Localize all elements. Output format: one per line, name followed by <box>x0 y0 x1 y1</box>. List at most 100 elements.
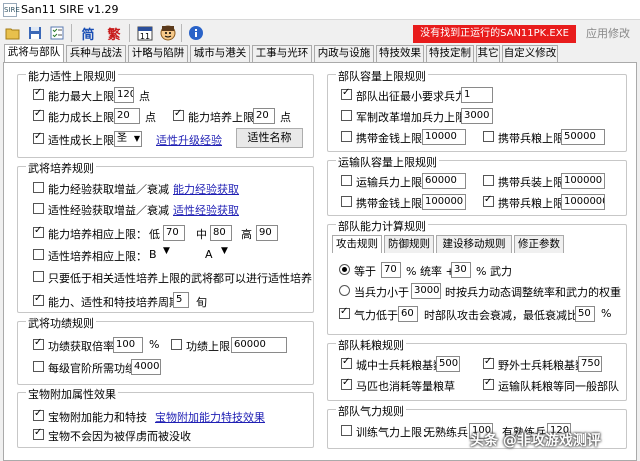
below-radio[interactable] <box>339 285 350 296</box>
high-input[interactable]: 90 <box>256 225 278 241</box>
tab-skill-effects[interactable]: 特技效果 <box>376 45 424 62</box>
tab-domestic-facilities[interactable]: 内政与设施 <box>314 45 374 62</box>
merit-limit-input[interactable]: 60000 <box>231 337 287 353</box>
train-limit-label: 能力培养上限 <box>188 111 254 124</box>
morale-desc: 时部队攻击会衰减，最低衰减比例 <box>424 309 589 322</box>
transport-food-same-checkbox[interactable] <box>483 377 494 390</box>
rank-input[interactable]: 4000 <box>131 359 161 375</box>
low-input[interactable]: 70 <box>163 225 185 241</box>
merit-limit-checkbox[interactable] <box>171 339 182 350</box>
ability-train-checkbox[interactable] <box>33 225 44 238</box>
subtab-defense[interactable]: 防御规则 <box>384 235 434 253</box>
info-icon[interactable] <box>186 23 206 43</box>
max-ability-checkbox[interactable] <box>33 87 44 100</box>
apt-exp-checkbox[interactable] <box>33 203 44 214</box>
apply-button[interactable]: 应用修改 <box>580 25 636 43</box>
tab-page: 能力适性上限规则 能力最大上限 120 点 能力成长上限 20 点 能力培养上限… <box>3 62 637 461</box>
train-limit-input[interactable]: 20 <box>253 108 275 124</box>
merit-rate-input[interactable]: 100 <box>113 337 143 353</box>
min-troops-checkbox[interactable] <box>341 87 352 100</box>
equal-radio[interactable] <box>339 264 350 275</box>
calendar-icon[interactable]: 11 <box>135 23 155 43</box>
no-confiscate-checkbox[interactable] <box>33 427 44 440</box>
tab-works-auras[interactable]: 工事与光环 <box>252 45 312 62</box>
apt-growth-checkbox[interactable] <box>33 131 44 144</box>
transport-gold-input[interactable]: 100000 <box>422 194 466 210</box>
field-food-checkbox[interactable] <box>483 356 494 369</box>
apt-exp-link[interactable]: 适性升级经验 <box>156 132 222 148</box>
morale-checkbox[interactable] <box>339 306 350 319</box>
food-checkbox[interactable] <box>483 131 494 142</box>
face-icon[interactable] <box>158 23 178 43</box>
transport-weapons-checkbox[interactable] <box>483 175 494 186</box>
train-limit-checkbox[interactable] <box>173 108 184 121</box>
traditional-icon[interactable]: 繁 <box>104 23 124 43</box>
open-icon[interactable] <box>3 23 23 43</box>
transport-weapons-input[interactable]: 100000 <box>561 173 605 189</box>
unit-ability-legend: 部队能力计算规则 <box>336 218 428 234</box>
min-ratio-input[interactable]: 50 <box>575 306 595 322</box>
military-checkbox[interactable] <box>341 110 352 121</box>
tab-other[interactable]: 其它 <box>476 45 500 62</box>
food-consumption-group: 部队耗粮规则 城中士兵耗粮基数 500 野外士兵耗粮基数 750 马匹也消耗等量… <box>327 337 627 401</box>
tab-troops-tactics[interactable]: 兵种与战法 <box>66 45 126 62</box>
min-troops-input[interactable]: 1 <box>461 87 493 103</box>
equal-input[interactable]: 70 <box>381 262 401 278</box>
unit-capacity-legend: 部队容量上限规则 <box>336 68 428 84</box>
subtab-build-move[interactable]: 建设移动规则 <box>436 235 512 253</box>
transport-food-checkbox[interactable] <box>483 194 494 207</box>
tab-skill-custom[interactable]: 特技定制 <box>426 45 474 62</box>
tab-cities-ports[interactable]: 城市与港关 <box>190 45 250 62</box>
treasure-extra-link[interactable]: 宝物附加能力特技效果 <box>155 409 265 425</box>
morale-input[interactable]: 60 <box>398 306 418 322</box>
apt-name-button[interactable]: 适性名称 <box>236 128 303 148</box>
treasure-extra-checkbox[interactable] <box>33 408 44 421</box>
gold-input[interactable]: 10000 <box>422 129 466 145</box>
cycle-input[interactable]: 5 <box>173 292 189 308</box>
mid-label: 中 <box>196 228 207 241</box>
merit-rate-checkbox[interactable] <box>33 337 44 350</box>
tab-generals-units[interactable]: 武将与部队 <box>4 44 64 63</box>
transport-food-input[interactable]: 1000000 <box>561 194 605 210</box>
growth-limit-checkbox[interactable] <box>33 108 44 121</box>
below-input[interactable]: 3000 <box>411 283 441 299</box>
tab-schemes-traps[interactable]: 计略与陷阱 <box>128 45 188 62</box>
military-input[interactable]: 3000 <box>461 108 493 124</box>
b-label: B <box>149 248 157 261</box>
food-input[interactable]: 50000 <box>561 129 605 145</box>
force-input[interactable]: 30 <box>451 262 471 278</box>
b-chevron-icon[interactable]: ▼ <box>163 246 170 256</box>
ability-exp-checkbox[interactable] <box>33 182 44 193</box>
transport-troops-checkbox[interactable] <box>341 175 352 186</box>
rank-checkbox[interactable] <box>33 361 44 372</box>
transport-capacity-legend: 运输队容量上限规则 <box>336 154 439 170</box>
city-food-checkbox[interactable] <box>341 356 352 369</box>
simplified-icon[interactable]: 简 <box>78 23 98 43</box>
ability-exp-link[interactable]: 能力经验获取 <box>173 181 239 197</box>
tab-custom-mods[interactable]: 自定义修改 <box>502 45 558 62</box>
gold-checkbox[interactable] <box>341 131 352 142</box>
field-food-input[interactable]: 750 <box>578 356 602 372</box>
watermark: 头条 @非攻游戏测评 <box>470 433 601 449</box>
transport-capacity-group: 运输队容量上限规则 运输兵力上限 60000 携带兵装上限 100000 携带金… <box>327 154 627 216</box>
a-chevron-icon[interactable]: ▼ <box>221 246 228 256</box>
training-morale-label: 训练气力上限： <box>356 426 433 439</box>
horse-food-checkbox[interactable] <box>341 377 352 390</box>
transport-food-same-label: 运输队耗粮等同一般部队 <box>498 380 619 393</box>
mid-input[interactable]: 80 <box>210 225 232 241</box>
training-morale-checkbox[interactable] <box>341 425 352 436</box>
cycle-checkbox[interactable] <box>33 293 44 306</box>
transport-gold-checkbox[interactable] <box>341 196 352 207</box>
subtab-correction[interactable]: 修正参数 <box>514 235 564 253</box>
growth-limit-input[interactable]: 20 <box>114 108 140 124</box>
max-ability-input[interactable]: 120 <box>114 87 134 103</box>
checklist-icon[interactable] <box>47 23 67 43</box>
city-food-input[interactable]: 500 <box>436 356 460 372</box>
subtab-attack[interactable]: 攻击规则 <box>332 235 382 253</box>
apt-exp-train-link[interactable]: 适性经验获取 <box>173 202 239 218</box>
transport-troops-input[interactable]: 60000 <box>422 173 466 189</box>
apt-growth-select[interactable]: 圣 ▼ <box>114 131 142 147</box>
save-icon[interactable] <box>25 23 45 43</box>
apt-train-checkbox[interactable] <box>33 249 44 260</box>
only-below-checkbox[interactable] <box>33 271 44 282</box>
